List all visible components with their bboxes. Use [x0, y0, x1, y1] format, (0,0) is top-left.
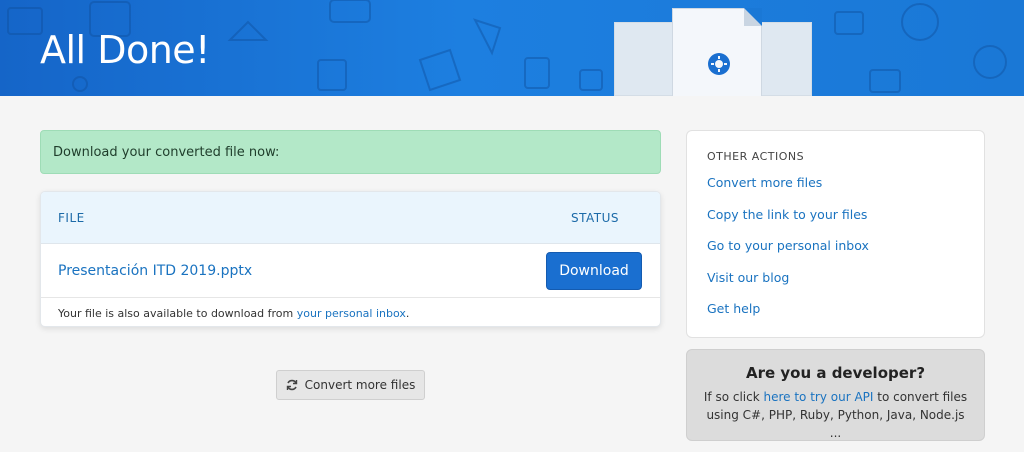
developer-title: Are you a developer? [745, 364, 926, 382]
refresh-icon [286, 379, 297, 391]
file-document-illustration [758, 22, 812, 96]
action-convert-more-files[interactable]: Convert more files [707, 175, 964, 207]
other-actions-title: OTHER ACTIONS [707, 150, 805, 163]
table-header: FILE STATUS [41, 192, 660, 244]
inbox-notice-text: Your file is also available to download … [58, 307, 297, 320]
page-title: All Done! [40, 28, 210, 72]
api-link[interactable]: here to try our API [763, 390, 873, 404]
gear-icon [708, 53, 730, 75]
table-row: Presentación ITD 2019.pptx Download [41, 244, 660, 298]
convert-more-files-button[interactable]: Convert more files [276, 370, 425, 400]
developer-text-prefix: If so click [703, 390, 764, 404]
download-button[interactable]: Download [546, 252, 642, 290]
personal-inbox-link[interactable]: your personal inbox [297, 307, 406, 320]
success-alert: Download your converted file now: [40, 130, 661, 174]
other-actions-panel: OTHER ACTIONS Convert more files Copy th… [686, 130, 985, 338]
convert-button-label: Convert more files [304, 378, 416, 392]
inbox-notice-end: . [405, 307, 410, 320]
action-get-help[interactable]: Get help [707, 301, 964, 333]
file-name-link[interactable]: Presentación ITD 2019.pptx [58, 263, 252, 279]
action-visit-blog[interactable]: Visit our blog [707, 270, 964, 302]
action-personal-inbox[interactable]: Go to your personal inbox [707, 238, 964, 270]
action-copy-link[interactable]: Copy the link to your files [707, 207, 964, 239]
developer-text: If so click here to try our API to conve… [687, 388, 984, 442]
column-header-status: STATUS [571, 211, 620, 225]
file-document-illustration [614, 22, 674, 96]
header-banner: All Done! [0, 0, 1024, 96]
column-header-file: FILE [58, 211, 85, 225]
converted-file-illustration [672, 8, 762, 96]
file-table: FILE STATUS Presentación ITD 2019.pptx D… [40, 191, 661, 327]
inbox-notice: Your file is also available to download … [41, 298, 660, 326]
developer-panel: Are you a developer? If so click here to… [686, 349, 985, 441]
